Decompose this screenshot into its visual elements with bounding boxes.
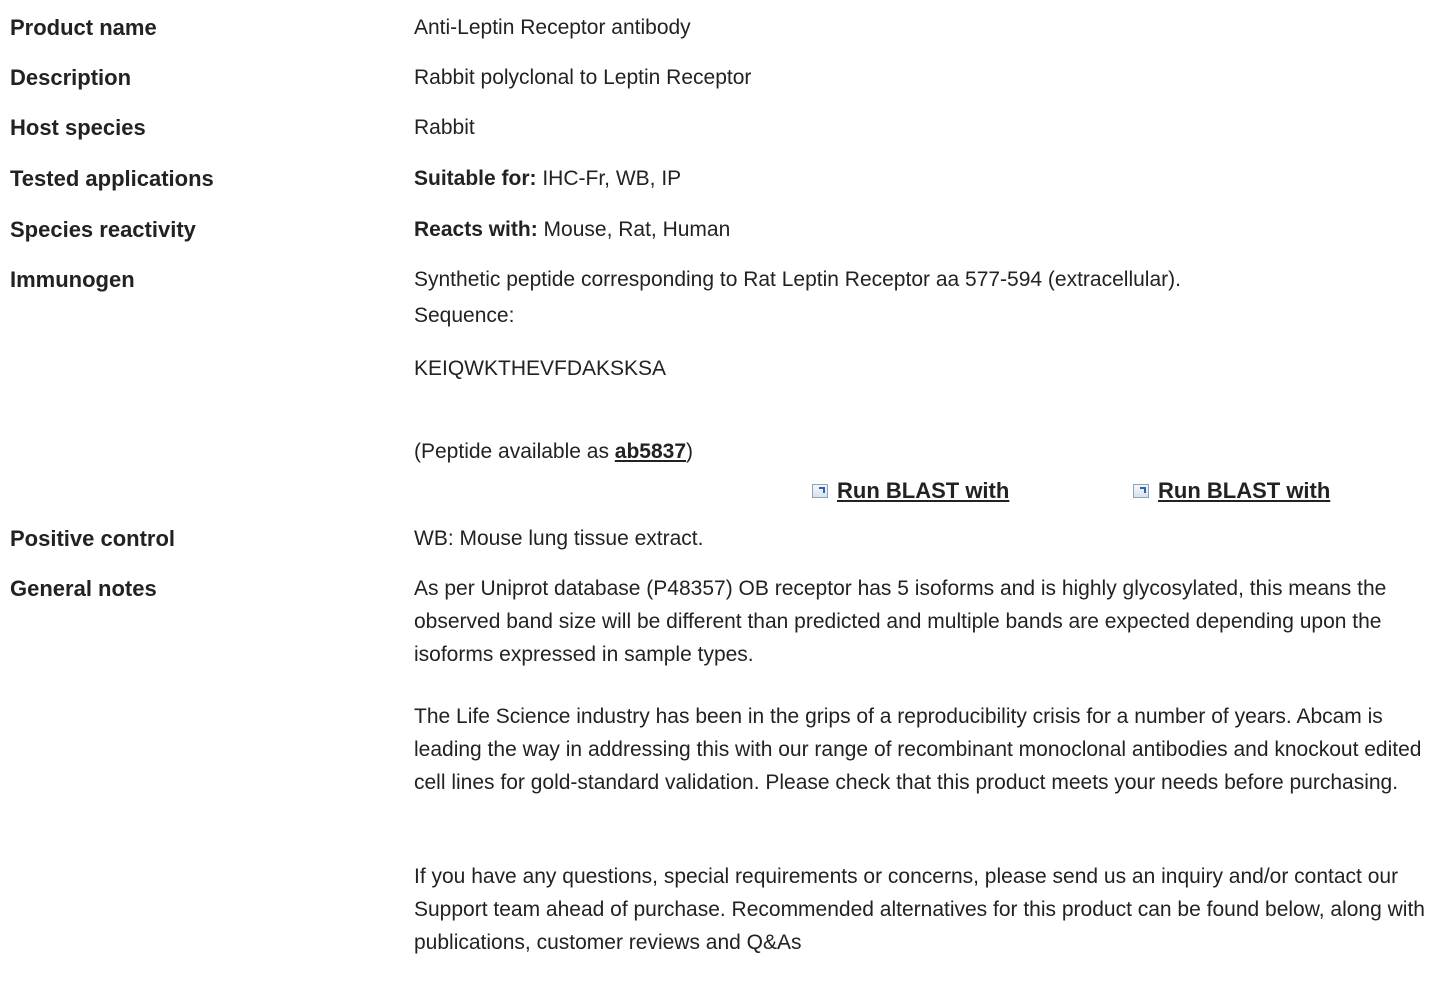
run-blast-link-1[interactable]: Run BLAST with: [812, 478, 1009, 504]
general-notes-text: As per Uniprot database (P48357) OB rece…: [414, 577, 1387, 666]
positive-control-label: Positive control: [10, 526, 176, 551]
immunogen-label: Immunogen: [10, 267, 135, 292]
reacts-with-prefix: Reacts with:: [414, 218, 538, 241]
peptide-ab5837-link[interactable]: ab5837: [615, 440, 686, 463]
positive-control-value: WB: Mouse lung tissue extract.: [414, 527, 704, 550]
general-notes-paragraph-2: The Life Science industry has been in th…: [414, 700, 1440, 799]
general-notes-text: If you have any questions, special requi…: [414, 865, 1425, 954]
external-window-icon: [1133, 484, 1149, 498]
description-label: Description: [10, 65, 132, 90]
species-reactivity-value: Reacts with: Mouse, Rat, Human: [414, 216, 1440, 244]
peptide-suffix: ): [686, 440, 694, 463]
suitable-for-prefix: Suitable for:: [414, 167, 537, 190]
immunogen-sequence: KEIQWKTHEVFDAKSKSA: [414, 357, 667, 380]
species-reactivity-label: Species reactivity: [10, 217, 196, 242]
general-notes-text: The Life Science industry has been in th…: [414, 705, 1422, 794]
peptide-availability: (Peptide available as ab5837): [414, 438, 1440, 466]
run-blast-label-1: Run BLAST with: [837, 478, 1010, 503]
description-value: Rabbit polyclonal to Leptin Receptor: [414, 66, 752, 89]
general-notes-label: General notes: [10, 576, 157, 601]
host-species-value: Rabbit: [414, 116, 475, 139]
tested-applications-list: IHC-Fr, WB, IP: [536, 167, 682, 190]
external-window-icon: [812, 484, 828, 498]
tested-applications-label: Tested applications: [10, 166, 214, 191]
run-blast-link-2[interactable]: Run BLAST with: [1133, 478, 1330, 504]
immunogen-sequence-label: Sequence:: [414, 304, 515, 327]
species-reactivity-list: Mouse, Rat, Human: [537, 218, 731, 241]
product-name-label: Product name: [10, 15, 157, 40]
immunogen-line1: Synthetic peptide corresponding to Rat L…: [414, 268, 1181, 291]
host-species-label: Host species: [10, 115, 146, 140]
tested-applications-value: Suitable for: IHC-Fr, WB, IP: [414, 165, 1440, 193]
peptide-prefix: (Peptide available as: [414, 440, 615, 463]
general-notes-paragraph-1: As per Uniprot database (P48357) OB rece…: [414, 572, 1440, 671]
product-name-value: Anti-Leptin Receptor antibody: [414, 16, 691, 39]
run-blast-label-2: Run BLAST with: [1158, 478, 1331, 503]
general-notes-paragraph-3: If you have any questions, special requi…: [414, 860, 1440, 959]
